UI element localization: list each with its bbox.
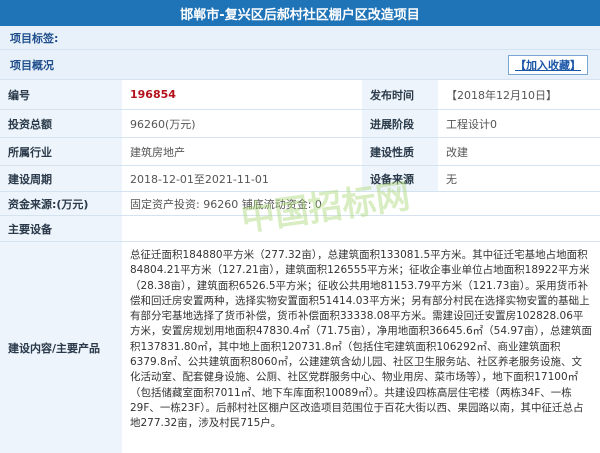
id-label: 编号 [0,80,122,109]
content-cell: 总征迁面积184880平方米（277.32亩），总建筑面积133081.5平方米… [122,242,600,453]
project-tag-bar: 项目标签: [0,26,600,50]
investment-value: 96260(万元) [122,110,362,137]
nature-value: 改建 [438,138,600,165]
stage-label: 进展阶段 [362,110,438,137]
publish-time-label: 发布时间 [362,80,438,109]
project-overview-bar: 项目概况 【加入收藏】 [0,50,600,80]
publish-time-value: 【2018年12月10日】 [438,80,600,109]
project-overview-label: 项目概况 [10,58,54,72]
content-label: 建设内容/主要产品 [0,242,122,453]
content-text: 总征迁面积184880平方米（277.32亩），总建筑面积133081.5平方米… [130,249,592,430]
period-label: 建设周期 [0,166,122,191]
investment-label: 投资总额 [0,110,122,137]
add-favorite-button[interactable]: 【加入收藏】 [508,55,588,75]
info-row-3: 所属行业 建筑房地产 建设性质 改建 [0,138,600,166]
info-row-2: 投资总额 96260(万元) 进展阶段 工程设计0 [0,110,600,138]
industry-value: 建筑房地产 [122,138,362,165]
info-row-1: 编号 196854 发布时间 【2018年12月10日】 [0,80,600,110]
industry-label: 所属行业 [0,138,122,165]
content-row: 建设内容/主要产品 总征迁面积184880平方米（277.32亩），总建筑面积1… [0,242,600,453]
nature-label: 建设性质 [362,138,438,165]
equipment-source-value: 无 [438,166,600,191]
equipment-label: 主要设备 [0,216,122,241]
stage-value: 工程设计0 [438,110,600,137]
project-tag-label: 项目标签: [10,31,59,45]
page-title: 邯郸市-复兴区后郝村社区棚户区改造项目 [0,0,600,26]
id-value: 196854 [122,80,362,109]
funding-label: 资金来源:(万元) [0,192,122,215]
